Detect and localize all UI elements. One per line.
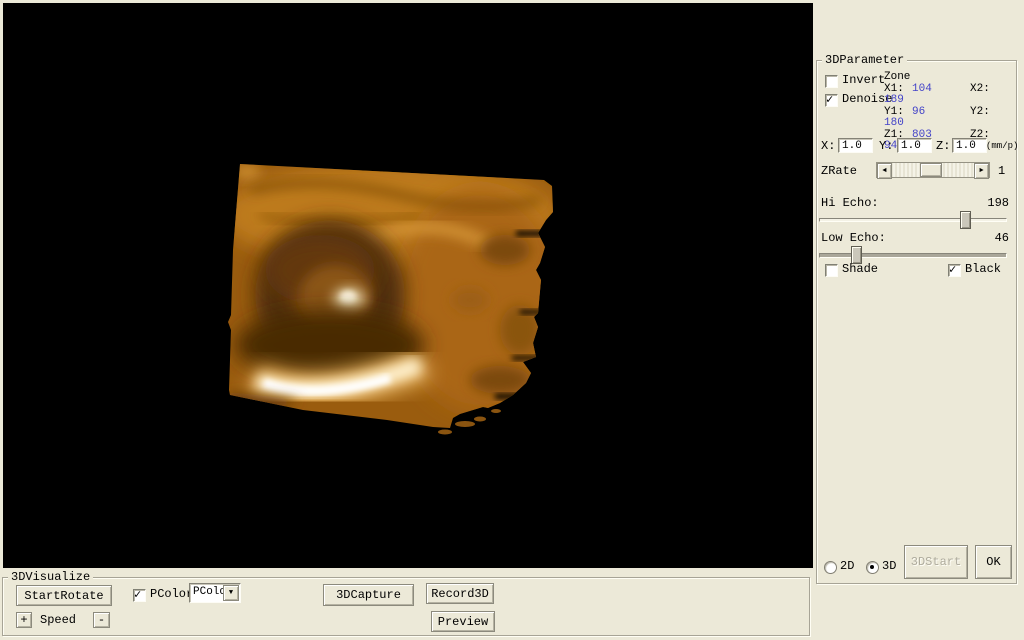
zone-row-x: X1: 104 X2:189 <box>884 82 990 106</box>
z-scale-input[interactable] <box>952 138 987 153</box>
3d-viewport[interactable] <box>3 3 813 568</box>
zone-row-y: Y1: 96 Y2:180 <box>884 105 990 129</box>
low-echo-label: Low Echo: <box>821 231 886 245</box>
shade-checkbox[interactable] <box>825 264 838 277</box>
speed-plus-button[interactable]: + <box>16 612 32 628</box>
mode-2d-radio[interactable] <box>824 561 837 574</box>
zrate-label: ZRate <box>821 164 858 178</box>
zone-title: Zone <box>884 71 911 83</box>
speed-minus-button[interactable]: - <box>93 612 110 628</box>
hi-echo-value: 198 <box>987 196 1009 210</box>
zrate-scrollbar-track[interactable] <box>890 163 976 177</box>
invert-checkbox[interactable] <box>825 75 838 88</box>
mode-3d-label: 3D <box>882 559 897 573</box>
ok-button[interactable]: OK <box>975 545 1012 579</box>
zrate-scrollbar-thumb[interactable] <box>919 163 942 177</box>
zrate-scrollbar[interactable]: ◄ ► <box>876 162 990 179</box>
low-echo-value: 46 <box>994 231 1009 245</box>
hi-echo-thumb[interactable] <box>959 211 971 229</box>
hi-echo-track[interactable] <box>819 218 1007 222</box>
pcolor-checkbox[interactable] <box>133 587 146 602</box>
scale-unit-label: (mm/p) <box>986 141 1019 151</box>
start-rotate-button[interactable]: StartRotate <box>16 585 112 606</box>
visualize-groupbox: 3DVisualize StartRotate + Speed - PColor… <box>2 570 810 636</box>
parameter-groupbox-title: 3DParameter <box>822 53 908 67</box>
hi-echo-slider[interactable] <box>819 211 1007 229</box>
y-scale-input[interactable] <box>897 138 932 153</box>
black-label: Black <box>965 262 1002 276</box>
zrate-value: 1 <box>998 164 1006 178</box>
z-scale-label: Z: <box>936 139 951 153</box>
invert-label: Invert <box>842 73 886 87</box>
shade-label: Shade <box>842 262 879 276</box>
denoise-checkbox[interactable] <box>825 92 838 107</box>
parameter-groupbox: 3DParameter Invert Denoise Zone X1:104X2… <box>816 53 1019 584</box>
speed-label: Speed <box>40 613 77 627</box>
dropdown-arrow-icon[interactable]: ▼ <box>223 585 239 601</box>
mode-3d-radio[interactable] <box>866 561 879 574</box>
y-scale-label: Y: <box>879 139 894 153</box>
app-window: { "parameter_panel": { "title": "3DParam… <box>0 0 1024 640</box>
pcolor-dropdown[interactable]: PColor ▼ <box>189 583 241 603</box>
x-scale-label: X: <box>821 139 836 153</box>
hi-echo-label: Hi Echo: <box>821 196 879 210</box>
3dstart-button[interactable]: 3DStart <box>904 545 968 579</box>
mode-2d-label: 2D <box>840 559 855 573</box>
visualize-groupbox-title: 3DVisualize <box>8 570 94 584</box>
x-scale-input[interactable] <box>838 138 873 153</box>
ultrasound-render <box>3 3 813 568</box>
preview-button[interactable]: Preview <box>431 611 495 632</box>
pcolor-label: PColor <box>150 587 194 601</box>
zrate-right-arrow-icon[interactable]: ► <box>974 163 989 179</box>
record3d-button[interactable]: Record3D <box>426 583 494 604</box>
low-echo-slider[interactable] <box>819 246 1007 264</box>
black-checkbox[interactable] <box>948 262 961 277</box>
3dcapture-button[interactable]: 3DCapture <box>323 584 414 606</box>
low-echo-track[interactable] <box>819 253 1007 258</box>
